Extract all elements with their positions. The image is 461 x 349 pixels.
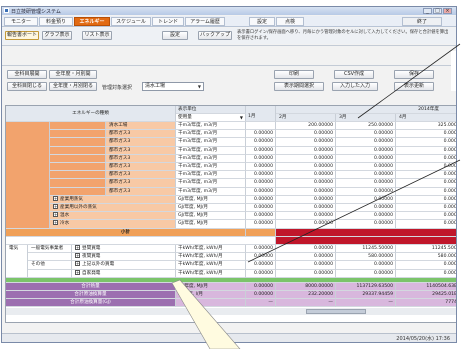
callout-line bbox=[247, 159, 461, 263]
callout-lines bbox=[171, 43, 461, 349]
callout-line bbox=[357, 43, 461, 119]
callout-pointer bbox=[171, 279, 241, 349]
